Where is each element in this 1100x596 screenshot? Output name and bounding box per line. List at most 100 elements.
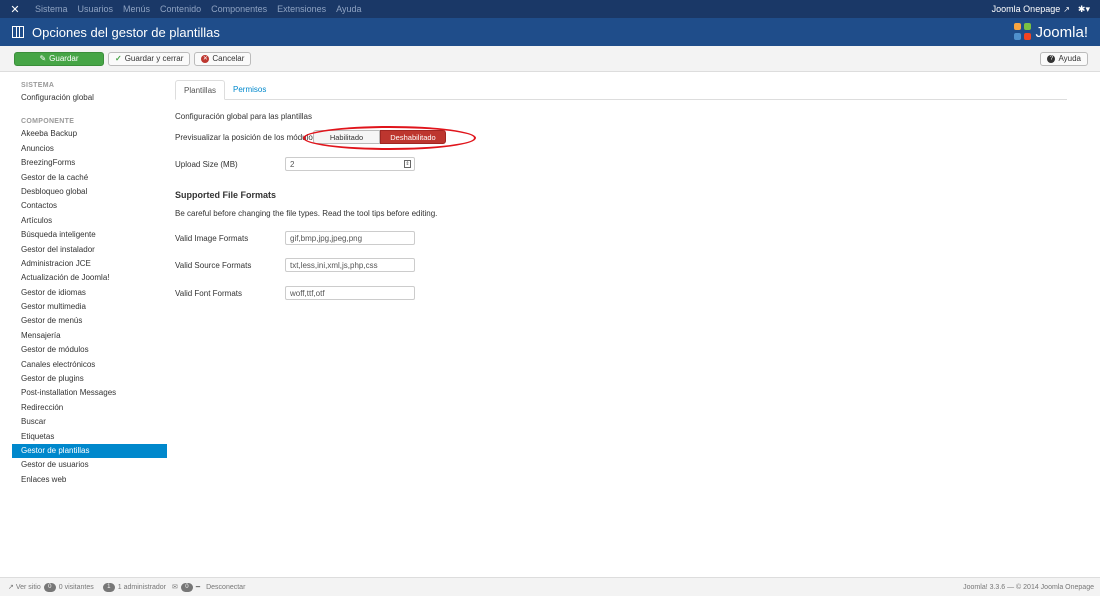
sidebar-item-component[interactable]: Búsqueda inteligente: [12, 228, 167, 242]
visitors-badge: 0: [43, 582, 56, 592]
external-link-icon: ↗: [1063, 5, 1070, 14]
font-formats-input[interactable]: woff,ttf,otf: [285, 286, 415, 300]
sidebar-item-component[interactable]: Gestor de la caché: [12, 171, 167, 185]
check-icon: ✓: [115, 54, 122, 63]
upload-label: Upload Size (MB): [175, 159, 238, 169]
font-formats-row: Valid Font Formats woff,ttf,otf: [175, 286, 415, 300]
sidebar-item-component[interactable]: Administracion JCE: [12, 257, 167, 271]
admins-badge: 1: [102, 582, 115, 592]
sidebar-item-component[interactable]: Post-installation Messages: [12, 386, 167, 400]
save-button[interactable]: ✎ Guardar: [14, 51, 104, 66]
template-icon: [12, 26, 24, 38]
font-formats-label: Valid Font Formats: [175, 288, 242, 298]
sidebar: SISTEMA Configuración global COMPONENTE …: [12, 80, 167, 487]
source-formats-row: Valid Source Formats txt,less,ini,xml,js…: [175, 258, 415, 272]
menu-componentes[interactable]: Componentes: [206, 4, 272, 14]
sidebar-item-component[interactable]: Redirección: [12, 401, 167, 415]
cancel-label: Cancelar: [212, 54, 245, 63]
save-close-button[interactable]: ✓ Guardar y cerrar: [108, 51, 191, 66]
preview-row: Previsualizar la posición de los módulos: [175, 130, 317, 144]
status-bar: ↗ Ver sitio 0 0 visitantes 1 1 administr…: [0, 577, 1100, 596]
joomla-logo-icon[interactable]: ✕: [0, 0, 30, 18]
view-site-label: Ver sitio: [15, 584, 41, 591]
sidebar-component-list: Akeeba Backup Anuncios BreezingForms Gestor…: [12, 127, 167, 487]
cancel-icon: ✕: [201, 54, 210, 63]
sidebar-item-component[interactable]: Gestor multimedia: [12, 300, 167, 314]
font-formats-value: woff,ttf,otf: [290, 288, 325, 298]
sidebar-heading-componente: COMPONENTE: [21, 118, 75, 126]
visitors-label: 0 visitantes: [58, 583, 94, 591]
messages-badge[interactable]: 0: [180, 582, 193, 592]
image-formats-input[interactable]: gif,bmp,jpg,jpeg,png: [285, 231, 415, 245]
version-info: Joomla! 3.3.6 — © 2014 Joomla Onepage: [963, 583, 1094, 591]
upload-row: Upload Size (MB) 2 ⇕: [175, 157, 415, 171]
help-button[interactable]: ? Ayuda: [1040, 51, 1088, 66]
menu-menus[interactable]: Menús: [118, 4, 155, 14]
sidebar-item-component[interactable]: Gestor del instalador: [12, 243, 167, 257]
upload-size-input[interactable]: 2 ⇕: [285, 157, 415, 171]
sidebar-item-component[interactable]: Actualización de Joomla!: [12, 271, 167, 285]
tab-bar: Plantillas Permisos: [175, 80, 1067, 100]
formats-note-row: Be careful before changing the file type…: [175, 209, 437, 218]
cancel-button[interactable]: ✕ Cancelar: [194, 51, 252, 66]
sidebar-item-component[interactable]: Gestor de menús: [12, 314, 167, 328]
sidebar-item-component[interactable]: Gestor de módulos: [12, 343, 167, 357]
image-formats-label: Valid Image Formats: [175, 233, 249, 243]
sidebar-item-component[interactable]: Mensajería: [12, 329, 167, 343]
menu-contenido[interactable]: Contenido: [155, 4, 206, 14]
joomla-logo-mark-icon: [1014, 23, 1032, 41]
image-formats-row: Valid Image Formats gif,bmp,jpg,jpeg,png: [175, 231, 415, 245]
sidebar-item-component[interactable]: Desbloqueo global: [12, 185, 167, 199]
image-formats-value: gif,bmp,jpg,jpeg,png: [290, 233, 363, 243]
save-label: Guardar: [49, 54, 79, 63]
tab-plantillas[interactable]: Plantillas: [175, 80, 226, 100]
menu-usuarios[interactable]: Usuarios: [73, 4, 119, 14]
formats-note: Be careful before changing the file type…: [175, 209, 438, 218]
joomla-brand: Joomla!: [1014, 23, 1088, 41]
menu-sistema[interactable]: Sistema: [30, 4, 73, 14]
annotation-circle: [303, 126, 476, 150]
settings-menu[interactable]: ✱▾: [1078, 4, 1090, 15]
sidebar-item-component[interactable]: Etiquetas: [12, 430, 167, 444]
page-title: Opciones del gestor de plantillas: [32, 24, 220, 40]
sidebar-item-component[interactable]: Canales electrónicos: [12, 358, 167, 372]
tab-permisos[interactable]: Permisos: [225, 80, 274, 100]
formats-heading: Supported File Formats: [175, 190, 277, 200]
site-link[interactable]: Joomla Onepage ↗: [992, 4, 1070, 14]
menu-ayuda[interactable]: Ayuda: [331, 4, 366, 14]
view-site-link[interactable]: ↗ Ver sitio: [8, 583, 41, 591]
sidebar-item-component[interactable]: Gestor de plugins: [12, 372, 167, 386]
sidebar-item-configuracion-global[interactable]: Configuración global: [12, 91, 167, 105]
source-formats-value: txt,less,ini,xml,js,php,css: [290, 260, 378, 270]
sidebar-item-component[interactable]: Gestor de plantillas: [12, 443, 167, 459]
sidebar-item-component[interactable]: Buscar: [12, 415, 167, 429]
toolbar: ✎ Guardar ✓ Guardar y cerrar ✕ Cancelar …: [0, 46, 1100, 72]
sidebar-item-component[interactable]: Artículos: [12, 214, 167, 228]
envelope-icon[interactable]: ✉: [172, 583, 178, 591]
chevron-down-icon: ▾: [1085, 3, 1090, 14]
minus-icon: ━: [195, 584, 201, 591]
sidebar-item-component[interactable]: Anuncios: [12, 142, 167, 156]
logout-link[interactable]: Desconectar: [206, 584, 245, 591]
sidebar-item-component[interactable]: Contactos: [12, 199, 167, 213]
source-formats-label: Valid Source Formats: [175, 260, 252, 270]
edit-icon: ✎: [39, 54, 47, 63]
sidebar-item-component[interactable]: Akeeba Backup: [12, 127, 167, 141]
menu-extensiones[interactable]: Extensiones: [272, 4, 331, 14]
brand-text: Joomla!: [1035, 23, 1088, 41]
source-formats-input[interactable]: txt,less,ini,xml,js,php,css: [285, 258, 415, 272]
sidebar-item-component[interactable]: Enlaces web: [12, 473, 167, 487]
question-icon: ?: [1047, 54, 1056, 63]
stepper-icon[interactable]: ⇕: [404, 160, 411, 168]
page-header: Opciones del gestor de plantillas Joomla…: [0, 18, 1100, 46]
sidebar-item-component[interactable]: BreezingForms: [12, 156, 167, 170]
intro-text: Configuración global para las plantillas: [175, 112, 312, 121]
formats-heading-row: Supported File Formats: [175, 190, 276, 200]
upload-size-value: 2: [290, 159, 295, 169]
sidebar-item-component[interactable]: Gestor de idiomas: [12, 286, 167, 300]
top-menu: Sistema Usuarios Menús Contenido Compone…: [30, 4, 367, 14]
sidebar-heading-sistema: SISTEMA: [21, 82, 55, 89]
intro-row: Configuración global para las plantillas: [175, 112, 312, 121]
sidebar-item-component[interactable]: Gestor de usuarios: [12, 458, 167, 472]
save-close-label: Guardar y cerrar: [124, 54, 184, 63]
